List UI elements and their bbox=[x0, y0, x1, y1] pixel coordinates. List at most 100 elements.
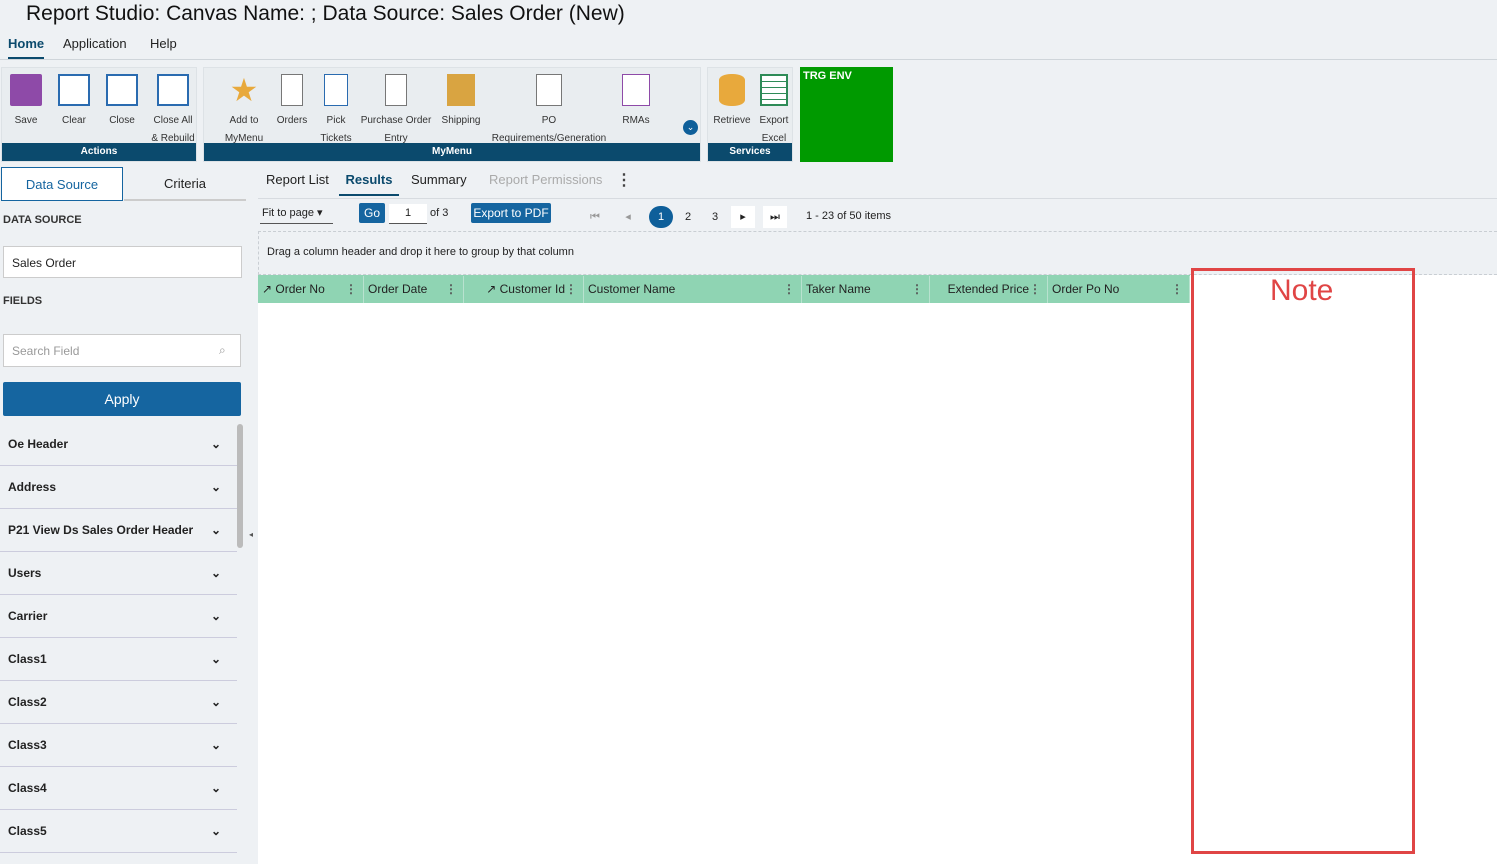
column-menu-icon[interactable]: ⋮ bbox=[445, 276, 457, 303]
next-page-icon[interactable]: ▸ bbox=[731, 206, 755, 228]
export-pdf-button[interactable]: Export to PDF bbox=[471, 203, 551, 223]
close-all-rebuild-button[interactable]: Close All & Rebuild bbox=[148, 74, 198, 148]
field-group-accordion[interactable]: Users ⌄ bbox=[0, 552, 237, 595]
column-header[interactable]: Order Po No ⋮ bbox=[1048, 276, 1190, 303]
last-page-icon[interactable]: ⏭ bbox=[763, 206, 787, 228]
field-group-accordion[interactable]: Oe Header ⌄ bbox=[0, 423, 237, 466]
more-menu-icon[interactable]: ⋮ bbox=[616, 170, 632, 190]
first-page-icon[interactable]: ⏮ bbox=[583, 206, 607, 228]
field-group-accordion[interactable]: Class4 ⌄ bbox=[0, 767, 237, 810]
field-group-label: Address bbox=[8, 480, 57, 494]
field-group-accordion[interactable]: Carrier ⌄ bbox=[0, 595, 237, 638]
field-group-label: Oe Header bbox=[8, 437, 69, 451]
left-scrollbar[interactable] bbox=[237, 424, 243, 548]
group-label: Services bbox=[708, 143, 792, 161]
label: Orders bbox=[276, 115, 308, 126]
tab-report-permissions[interactable]: Report Permissions bbox=[489, 172, 602, 187]
field-group-accordion[interactable]: P21 View Ds Sales Order Header ⌄ bbox=[0, 509, 237, 552]
field-group-label: Class3 bbox=[8, 738, 47, 752]
menu-help[interactable]: Help bbox=[150, 36, 177, 51]
orders-button[interactable]: Orders bbox=[272, 74, 312, 130]
rmas-button[interactable]: RMAs bbox=[616, 74, 656, 130]
shipping-button[interactable]: Shipping bbox=[438, 74, 484, 130]
column-label: Taker Name bbox=[806, 282, 871, 296]
label: Close bbox=[109, 115, 135, 126]
label: Retrieve bbox=[713, 115, 751, 126]
ribbon-group-mymenu: ★ Add to MyMenu Orders Pick Tickets Purchas… bbox=[203, 67, 701, 162]
column-menu-icon[interactable]: ⋮ bbox=[1029, 276, 1041, 303]
field-group-accordion[interactable]: Class3 ⌄ bbox=[0, 724, 237, 767]
chevron-down-icon: ⌄ bbox=[210, 738, 221, 752]
column-menu-icon[interactable]: ⋮ bbox=[345, 276, 357, 303]
chevron-down-icon: ⌄ bbox=[210, 781, 221, 795]
collapse-panel-icon[interactable]: ◂ bbox=[249, 530, 253, 539]
purchase-order-icon bbox=[385, 74, 407, 106]
label: Shipping bbox=[441, 115, 481, 126]
column-menu-icon[interactable]: ⋮ bbox=[783, 276, 795, 303]
column-header[interactable]: Customer Name ⋮ bbox=[584, 276, 802, 303]
field-group-accordion[interactable]: Class5 ⌄ bbox=[0, 810, 237, 853]
tab-summary[interactable]: Summary bbox=[411, 172, 467, 187]
page-1-button[interactable]: 1 bbox=[649, 206, 673, 228]
chevron-down-icon: ⌄ bbox=[210, 523, 221, 537]
tab-results[interactable]: Results bbox=[339, 172, 399, 196]
field-group-label: Carrier bbox=[8, 609, 48, 623]
clear-button[interactable]: Clear bbox=[54, 74, 94, 130]
prev-page-icon[interactable]: ◂ bbox=[616, 206, 640, 228]
pick-ticket-icon bbox=[324, 74, 348, 106]
column-header[interactable]: Taker Name ⋮ bbox=[802, 276, 930, 303]
chevron-down-icon: ⌄ bbox=[210, 437, 221, 451]
field-group-accordion[interactable]: Class2 ⌄ bbox=[0, 681, 237, 724]
column-header[interactable]: ↗ Order No ⋮ bbox=[258, 276, 364, 303]
page-3-button[interactable]: 3 bbox=[703, 206, 727, 228]
field-group-accordion[interactable]: Address ⌄ bbox=[0, 466, 237, 509]
column-menu-icon[interactable]: ⋮ bbox=[565, 276, 577, 303]
label: Pick bbox=[326, 115, 346, 126]
column-label: Order Date bbox=[368, 282, 428, 296]
tab-data-source[interactable]: Data Source bbox=[1, 167, 123, 201]
chevron-down-icon: ⌄ bbox=[210, 609, 221, 623]
group-label: Actions bbox=[2, 143, 196, 161]
field-group-accordion[interactable]: Class1 ⌄ bbox=[0, 638, 237, 681]
data-source-field[interactable]: Sales Order bbox=[3, 246, 242, 278]
column-header[interactable]: Extended Price ⋮ bbox=[930, 276, 1048, 303]
spreadsheet-icon bbox=[760, 74, 788, 106]
menu-application[interactable]: Application bbox=[63, 36, 127, 51]
column-label: Order No bbox=[275, 282, 325, 296]
environment-badge: TRG ENV bbox=[800, 67, 893, 162]
fit-to-page-select[interactable]: Fit to page ▾ bbox=[260, 204, 333, 224]
items-info: 1 - 23 of 50 items bbox=[806, 210, 891, 222]
expand-chevron-icon[interactable]: ⌄ bbox=[683, 120, 698, 135]
search-field-input[interactable]: Search Field bbox=[3, 334, 241, 367]
go-button[interactable]: Go bbox=[359, 203, 385, 223]
label: Add to bbox=[229, 115, 259, 126]
column-menu-icon[interactable]: ⋮ bbox=[911, 276, 923, 303]
close-button[interactable]: Close bbox=[102, 74, 142, 130]
pick-tickets-button[interactable]: Pick Tickets bbox=[316, 74, 356, 148]
box-icon bbox=[447, 74, 475, 106]
page-count: of 3 bbox=[430, 207, 449, 219]
tab-criteria[interactable]: Criteria bbox=[124, 167, 246, 201]
export-excel-button[interactable]: Export Excel bbox=[754, 74, 794, 148]
close-icon bbox=[106, 74, 138, 106]
save-button[interactable]: Save bbox=[6, 74, 46, 130]
column-label: Customer Id bbox=[499, 282, 565, 296]
external-link-icon: ↗ bbox=[486, 282, 497, 296]
retrieve-button[interactable]: Retrieve bbox=[710, 74, 754, 130]
column-menu-icon[interactable]: ⋮ bbox=[1171, 276, 1183, 303]
apply-button[interactable]: Apply bbox=[3, 382, 241, 416]
menu-home[interactable]: Home bbox=[8, 36, 45, 59]
po-requirements-button[interactable]: PO Requirements/Generation bbox=[488, 74, 610, 148]
chevron-down-icon: ⌄ bbox=[210, 480, 221, 494]
data-source-heading: DATA SOURCE bbox=[3, 214, 82, 226]
purchase-order-entry-button[interactable]: Purchase Order Entry bbox=[358, 74, 434, 148]
column-header[interactable]: Order Date ⋮ bbox=[364, 276, 464, 303]
page-number-input[interactable]: 1 bbox=[389, 204, 427, 224]
column-header[interactable]: ↗ Customer Id ⋮ bbox=[464, 276, 584, 303]
add-to-mymenu-button[interactable]: ★ Add to MyMenu bbox=[222, 74, 266, 148]
po-requirements-icon bbox=[536, 74, 562, 106]
save-icon bbox=[10, 74, 42, 106]
tab-report-list[interactable]: Report List bbox=[266, 172, 329, 187]
page-2-button[interactable]: 2 bbox=[676, 206, 700, 228]
label: Close All bbox=[153, 115, 193, 126]
